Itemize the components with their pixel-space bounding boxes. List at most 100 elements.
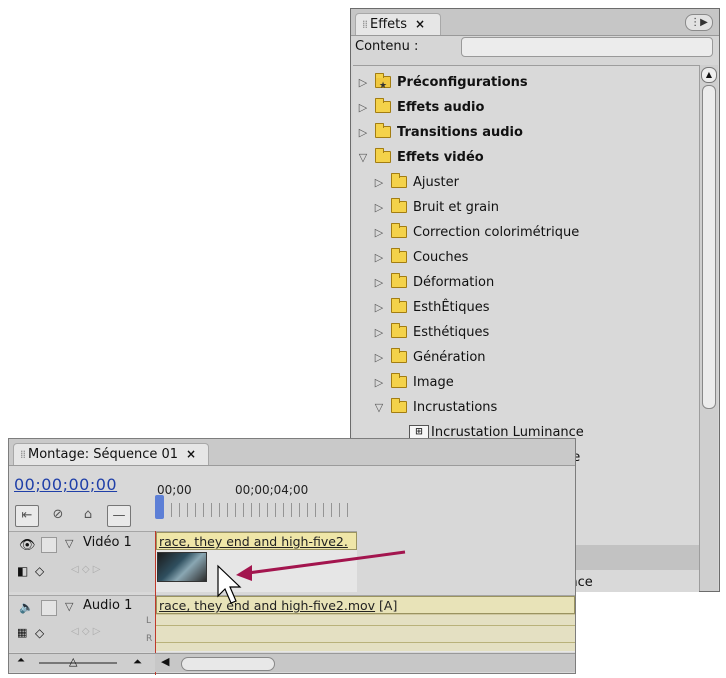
folder-icon: [391, 223, 407, 238]
collapsed-triangle-icon[interactable]: ▷: [357, 95, 369, 120]
expanded-triangle-icon[interactable]: ▽: [373, 395, 385, 420]
tab-effects-label: Effets: [370, 17, 408, 32]
audio-clip[interactable]: race, they end and high-five2.mov [A]: [156, 596, 575, 614]
keyframe-nav-icon[interactable]: ◁ ◇ ▷: [71, 564, 100, 575]
vertical-scrollbar[interactable]: ▲: [699, 65, 718, 591]
add-marker-icon[interactable]: ⌂: [77, 505, 99, 525]
lock-toggle[interactable]: [41, 600, 57, 616]
collapsed-triangle-icon[interactable]: ▷: [373, 220, 385, 245]
collapsed-triangle-icon[interactable]: ▷: [357, 120, 369, 145]
keyframe-icon[interactable]: ◇: [35, 626, 44, 640]
folder-item[interactable]: ▷ EsthÊtiques: [353, 295, 699, 320]
collapsed-triangle-icon[interactable]: ▷: [373, 345, 385, 370]
folder-icon: [391, 273, 407, 288]
channel-label-l: L: [146, 616, 152, 626]
collapsed-triangle-icon[interactable]: ▷: [357, 70, 369, 95]
panel-grip-icon[interactable]: ⁞⁞: [20, 448, 26, 461]
zoom-track: [39, 662, 117, 664]
work-area-icon[interactable]: —: [107, 505, 131, 527]
expanded-triangle-icon[interactable]: ▽: [357, 145, 369, 170]
zoom-slider[interactable]: ⏶ △ ⏶: [9, 653, 155, 672]
folder-icon: [391, 173, 407, 188]
video-track-lane[interactable]: race, they end and high-five2.: [156, 531, 357, 592]
audio-waveform: [156, 614, 575, 651]
tree-item-label: Effets vidéo: [397, 150, 484, 165]
horizontal-scrollbar[interactable]: ◀: [155, 653, 575, 672]
collapsed-triangle-icon[interactable]: ▷: [373, 245, 385, 270]
eye-icon[interactable]: 👁: [19, 538, 36, 553]
folder-item[interactable]: ▷ Bruit et grain: [353, 195, 699, 220]
playhead-handle[interactable]: [155, 495, 164, 519]
time-ruler[interactable]: 00;00 00;00;04;00: [155, 475, 355, 531]
folder-item[interactable]: ▷ Couches: [353, 245, 699, 270]
video-track-header: 👁 ▽ Vidéo 1 ◧ ◇ ◁ ◇ ▷: [9, 531, 155, 592]
folder-item[interactable]: ▷ Préconfigurations: [353, 70, 699, 99]
lock-toggle[interactable]: [41, 537, 57, 553]
folder-item[interactable]: ▷ Correction colorimétrique: [353, 220, 699, 245]
collapse-triangle-icon[interactable]: ▽: [65, 600, 73, 613]
collapse-triangle-icon[interactable]: ▽: [65, 537, 73, 550]
folder-item[interactable]: ▷ Esthétiques: [353, 320, 699, 345]
waveform-icon[interactable]: ▦: [17, 626, 27, 639]
panel-grip-icon[interactable]: ⁞⁞: [362, 18, 368, 31]
tree-item-label: Génération: [413, 350, 486, 365]
tree-item-label: Esthétiques: [413, 325, 490, 340]
collapsed-triangle-icon[interactable]: ▷: [373, 270, 385, 295]
audio-clip-suffix: [A]: [375, 598, 398, 613]
keyframe-icon[interactable]: ◇: [35, 564, 44, 578]
folder-item[interactable]: ▷ Effets audio: [353, 95, 699, 120]
keyframe-nav-icon[interactable]: ◁ ◇ ▷: [71, 626, 100, 637]
folder-item[interactable]: ▷ Génération: [353, 345, 699, 370]
folder-item[interactable]: ▷ Image: [353, 370, 699, 395]
tab-sequence-label: Montage: Séquence 01: [28, 447, 179, 462]
tree-item-label: Image: [413, 375, 454, 390]
clip-thumbnail: [157, 552, 207, 582]
tab-sequence[interactable]: ⁞⁞ Montage: Séquence 01 ×: [13, 443, 209, 465]
folder-icon: [391, 248, 407, 263]
tab-effects[interactable]: ⁞⁞ Effets ×: [355, 13, 441, 35]
collapsed-triangle-icon[interactable]: ▷: [373, 195, 385, 220]
marker-icon[interactable]: ⊘: [47, 505, 69, 525]
display-style-icon[interactable]: ◧: [17, 564, 28, 578]
preset-folder-icon: [375, 73, 391, 99]
zoom-thumb[interactable]: △: [69, 655, 77, 668]
tree-item-label: Ajuster: [413, 175, 459, 190]
folder-item[interactable]: ▷ Déformation: [353, 270, 699, 295]
effects-tab-bar: ⁞⁞ Effets × ⋮▶: [351, 9, 719, 36]
folder-icon: [391, 298, 407, 313]
audio-track-lane[interactable]: race, they end and high-five2.mov [A] L …: [146, 595, 575, 652]
video-clip-label: race, they end and high-five2.: [159, 534, 348, 549]
scroll-left-icon[interactable]: ◀: [161, 655, 169, 668]
scrollbar-thumb[interactable]: [181, 657, 275, 671]
ruler-ticks: [155, 503, 355, 517]
folder-item[interactable]: ▽ Incrustations: [353, 395, 699, 420]
effect-icon: ⊞: [409, 425, 429, 439]
collapsed-triangle-icon[interactable]: ▷: [373, 320, 385, 345]
folder-icon: [391, 398, 407, 413]
video-clip[interactable]: race, they end and high-five2.: [156, 532, 357, 550]
folder-item[interactable]: ▽ Effets vidéo: [353, 145, 699, 170]
speaker-icon[interactable]: 🔈: [19, 600, 34, 614]
collapsed-triangle-icon[interactable]: ▷: [373, 170, 385, 195]
folder-icon: [391, 348, 407, 363]
tab-close-button[interactable]: ×: [186, 447, 196, 461]
tree-item-label: Déformation: [413, 275, 495, 290]
zoom-in-icon[interactable]: ⏶: [133, 655, 142, 669]
scrollbar-thumb[interactable]: [702, 85, 716, 409]
folder-item[interactable]: ▷ Ajuster: [353, 170, 699, 195]
tab-close-button[interactable]: ×: [415, 17, 425, 31]
tree-item-label: Correction colorimétrique: [413, 225, 580, 240]
video-track-name: Vidéo 1: [83, 535, 132, 550]
folder-item[interactable]: ▷ Transitions audio: [353, 120, 699, 145]
panel-menu-icon[interactable]: ⋮▶: [685, 14, 713, 31]
tree-item-label: Préconfigurations: [397, 75, 528, 90]
channel-label-r: R: [146, 634, 153, 644]
scroll-up-icon[interactable]: ▲: [701, 67, 717, 83]
timeline-tools: ⇤ ⊘ ⌂ —: [15, 505, 139, 529]
current-timecode[interactable]: 00;00;00;00: [14, 475, 117, 494]
zoom-out-icon[interactable]: ⏶: [17, 655, 25, 666]
collapsed-triangle-icon[interactable]: ▷: [373, 295, 385, 320]
search-input[interactable]: [461, 37, 713, 57]
collapsed-triangle-icon[interactable]: ▷: [373, 370, 385, 395]
snap-icon[interactable]: ⇤: [15, 505, 39, 527]
